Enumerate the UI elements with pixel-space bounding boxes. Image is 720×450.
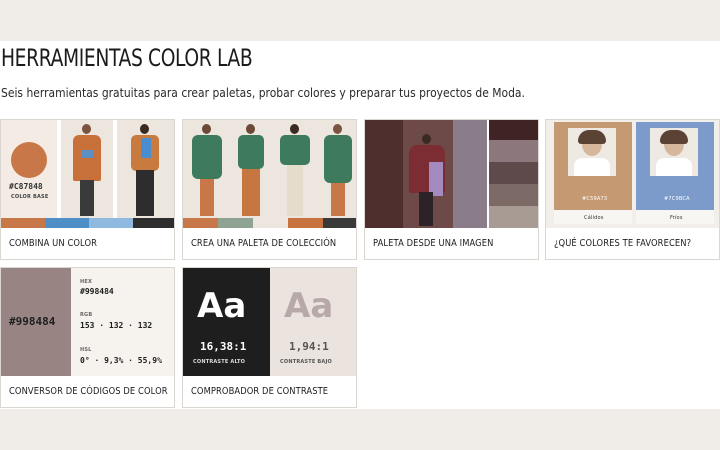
- warm-color-code: #C59A73: [582, 196, 608, 202]
- high-contrast-caption: CONTRASTE ALTO: [193, 359, 246, 365]
- image-palette-label: PALETA DESDE UNA IMAGEN: [373, 238, 494, 249]
- tool-card-collection-palette[interactable]: CREA UNA PALETA DE COLECCIÓN: [182, 119, 357, 260]
- cool-color-code: #7C9BCA: [664, 196, 690, 202]
- collection-palette-label: CREA UNA PALETA DE COLECCIÓN: [191, 238, 337, 249]
- tool-card-combine-color[interactable]: #C87848 COLOR BASE COMBINA UN COLOR: [0, 119, 175, 260]
- model-figure: [277, 124, 313, 218]
- tool-card-image-palette[interactable]: PALETA DESDE UNA IMAGEN: [364, 119, 539, 260]
- hsl-value: 0° · 9,3% · 55,9%: [80, 356, 162, 365]
- image-palette-preview: [365, 120, 538, 228]
- page-subtitle: Seis herramientas gratuitas para crear p…: [1, 85, 525, 100]
- hsl-title: HSL: [80, 347, 92, 353]
- model-figure: [320, 124, 356, 218]
- low-contrast-caption: CONTRASTE BAJO: [280, 359, 332, 365]
- combine-color-preview: #C87848 COLOR BASE: [1, 120, 174, 228]
- warm-colors-caption: Cálidos: [584, 215, 604, 221]
- contrast-checker-label: COMPROBADOR DE CONTRASTE: [191, 386, 329, 397]
- model-figure: [407, 134, 447, 228]
- model-figure: [233, 124, 269, 218]
- base-color-swatch: [11, 142, 47, 178]
- tool-card-flattering-colors[interactable]: #C59A73 Cálidos #7C9BCA Fríos ¿QUÉ COLOR…: [545, 119, 720, 260]
- rgb-title: RGB: [80, 312, 93, 318]
- low-contrast-ratio: 1,94:1: [289, 340, 329, 353]
- low-contrast-sample: Aa: [284, 286, 334, 326]
- combine-color-label: COMBINA UN COLOR: [9, 238, 98, 249]
- tool-card-contrast-checker[interactable]: Aa 16,38:1 CONTRASTE ALTO Aa 1,94:1 CONT…: [182, 267, 357, 408]
- hex-title: HEX: [80, 279, 93, 285]
- rgb-value: 153 · 132 · 132: [80, 321, 153, 330]
- base-color-caption: COLOR BASE: [11, 194, 49, 200]
- color-converter-label: CONVERSOR DE CÓDIGOS DE COLOR: [9, 386, 168, 397]
- flattering-colors-preview: #C59A73 Cálidos #7C9BCA Fríos: [546, 120, 719, 228]
- tool-card-color-converter[interactable]: #998484 HEX #998484 RGB 153 · 132 · 132 …: [0, 267, 175, 408]
- model-figure: [69, 124, 105, 218]
- flattering-colors-label: ¿QUÉ COLORES TE FAVORECEN?: [554, 238, 692, 249]
- collection-palette-preview: [183, 120, 356, 228]
- contrast-checker-preview: Aa 16,38:1 CONTRASTE ALTO Aa 1,94:1 CONT…: [183, 268, 356, 376]
- hex-value: #998484: [80, 287, 114, 296]
- color-converter-preview: #998484 HEX #998484 RGB 153 · 132 · 132 …: [1, 268, 174, 376]
- high-contrast-sample: Aa: [197, 286, 247, 326]
- page-title: HERRAMIENTAS COLOR LAB: [1, 44, 253, 72]
- converter-swatch-hex: #998484: [9, 315, 56, 328]
- high-contrast-ratio: 16,38:1: [200, 340, 247, 353]
- model-figure: [189, 124, 225, 218]
- base-color-hex: #C87848: [9, 182, 43, 191]
- cool-colors-caption: Fríos: [670, 215, 683, 221]
- model-figure: [127, 124, 163, 218]
